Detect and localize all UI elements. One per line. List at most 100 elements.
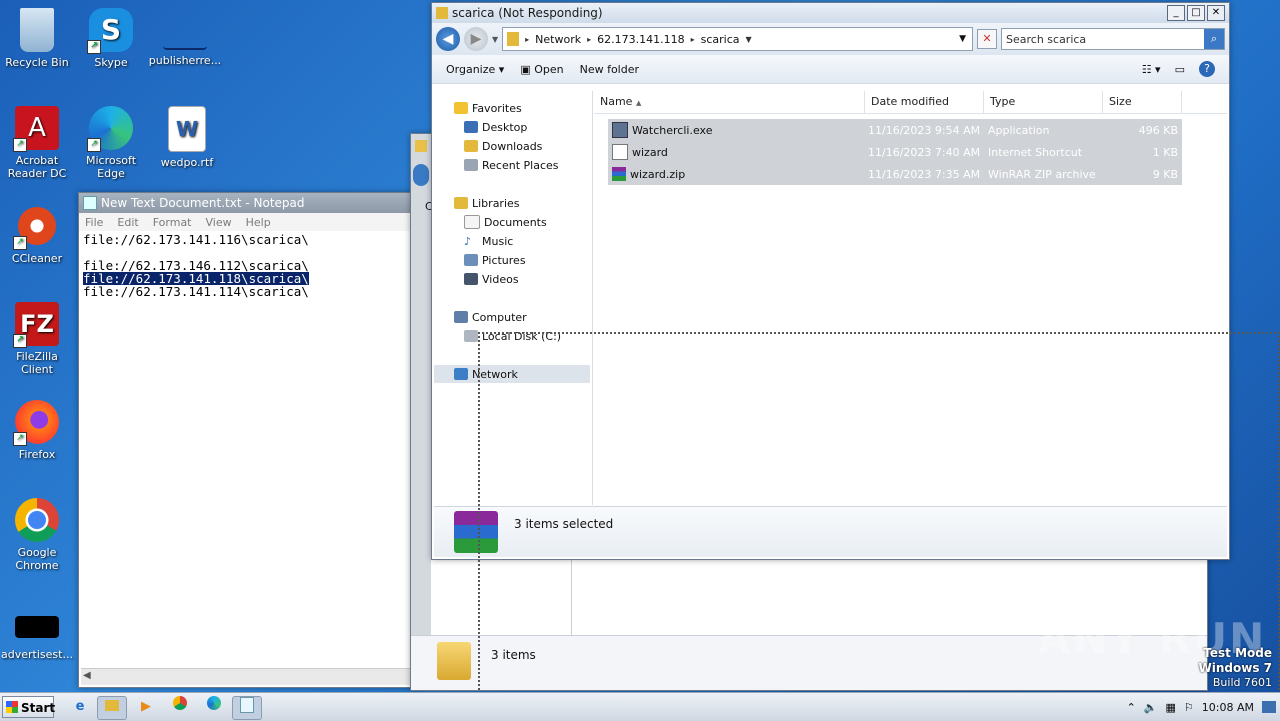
new-folder-button[interactable]: New folder bbox=[580, 63, 639, 76]
window-edge: C bbox=[411, 134, 433, 690]
nav-label: Desktop bbox=[482, 120, 528, 134]
recent-places-icon bbox=[464, 159, 478, 171]
column-type[interactable]: Type bbox=[984, 91, 1103, 113]
desktop-icon-skype[interactable]: S ↗ Skype bbox=[74, 8, 148, 69]
desktop-icon-wedpo[interactable]: W wedpo.rtf bbox=[150, 106, 224, 169]
file-row[interactable]: wizard.zip 11/16/2023 7:35 AM WinRAR ZIP… bbox=[608, 163, 1182, 185]
column-date-modified[interactable]: Date modified bbox=[865, 91, 984, 113]
maximize-button[interactable]: □ bbox=[1187, 5, 1205, 21]
file-type: Application bbox=[988, 123, 1050, 137]
explorer-titlebar[interactable]: scarica (Not Responding) _ □ ✕ bbox=[432, 3, 1229, 23]
desktop-icon-recycle-bin[interactable]: Recycle Bin bbox=[0, 8, 74, 69]
videos-icon bbox=[464, 273, 478, 285]
column-label: Name bbox=[600, 95, 633, 108]
network-folder-icon bbox=[507, 32, 520, 46]
network-icon bbox=[454, 368, 468, 380]
notepad-text-area[interactable]: file://62.173.141.116\scarica\ file://62… bbox=[79, 231, 419, 300]
menu-help[interactable]: Help bbox=[246, 216, 271, 229]
breadcrumb-host[interactable]: 62.173.141.118 bbox=[597, 33, 684, 46]
preview-pane-icon[interactable]: ▭ bbox=[1175, 63, 1185, 76]
desktop-icon-filezilla[interactable]: FZ ↗ FileZilla Client bbox=[0, 302, 74, 376]
show-hidden-icons-icon[interactable]: ⌃ bbox=[1127, 701, 1136, 714]
organize-button[interactable]: Organize ▾ bbox=[446, 63, 504, 76]
forward-button[interactable]: ▶ bbox=[464, 27, 488, 51]
network-tray-icon[interactable]: ▦ bbox=[1166, 701, 1176, 714]
menu-file[interactable]: File bbox=[85, 216, 103, 229]
scroll-left-icon[interactable]: ◀ bbox=[83, 670, 91, 681]
view-options-icon[interactable]: ☷ ▾ bbox=[1142, 63, 1161, 76]
nav-label: Computer bbox=[472, 310, 527, 324]
edge-taskbar-icon[interactable] bbox=[200, 696, 228, 718]
horizontal-scrollbar[interactable]: ◀ bbox=[81, 668, 417, 685]
close-button[interactable]: ✕ bbox=[1207, 5, 1225, 21]
watermark-line: Build 7601 bbox=[1212, 676, 1272, 689]
file-name: wizard.zip bbox=[630, 167, 686, 181]
breadcrumb-separator[interactable]: ▼ bbox=[746, 35, 752, 44]
chevron-down-icon[interactable]: ▼ bbox=[492, 35, 498, 44]
notepad-taskbar-icon[interactable] bbox=[232, 696, 262, 720]
search-icon[interactable]: ⌕ bbox=[1204, 29, 1224, 49]
desktop-icon-label: Recycle Bin bbox=[5, 56, 69, 69]
open-button[interactable]: ▣ Open bbox=[520, 63, 563, 76]
show-desktop-button[interactable] bbox=[1262, 701, 1276, 713]
recycle-bin-icon bbox=[20, 8, 54, 52]
column-name[interactable]: Name ▲ bbox=[594, 91, 865, 113]
taskbar: Start e ▶ ⌃ 🔈 ▦ ⚐ 10:08 AM bbox=[0, 692, 1280, 721]
acrobat-icon: A ↗ bbox=[13, 106, 59, 152]
breadcrumb-network[interactable]: Network bbox=[535, 33, 581, 46]
back-icon[interactable] bbox=[413, 164, 429, 186]
stop-button[interactable]: ✕ bbox=[977, 29, 997, 49]
desktop-icon-edge[interactable]: ↗ Microsoft Edge bbox=[74, 106, 148, 180]
start-button[interactable]: Start bbox=[2, 696, 55, 718]
ccleaner-icon: ↗ bbox=[13, 204, 59, 250]
desktop-icon-firefox[interactable]: ↗ Firefox bbox=[0, 400, 74, 461]
file-size: 1 KB bbox=[1152, 145, 1178, 159]
notepad-window[interactable]: New Text Document.txt - Notepad File Edi… bbox=[78, 192, 420, 688]
menu-edit[interactable]: Edit bbox=[117, 216, 138, 229]
menu-format[interactable]: Format bbox=[153, 216, 192, 229]
nav-favorites[interactable]: Favorites bbox=[454, 99, 610, 117]
file-row[interactable]: Watchercli.exe 11/16/2023 9:54 AM Applic… bbox=[608, 119, 1182, 141]
address-bar[interactable]: ▸ Network ▸ 62.173.141.118 ▸ scarica ▼ ▼ bbox=[502, 27, 973, 51]
winrar-icon bbox=[454, 511, 498, 553]
clock[interactable]: 10:08 AM bbox=[1202, 701, 1254, 714]
explorer-window[interactable]: scarica (Not Responding) _ □ ✕ ◀ ▶ ▼ ▸ N… bbox=[431, 2, 1230, 560]
volume-icon[interactable]: 🔈 bbox=[1144, 701, 1158, 714]
action-center-icon[interactable]: ⚐ bbox=[1184, 701, 1194, 714]
search-input[interactable]: Search scarica ⌕ bbox=[1001, 28, 1225, 50]
desktop-icon-chrome[interactable]: Google Chrome bbox=[0, 498, 74, 572]
desktop-icon-label: wedpo.rtf bbox=[160, 156, 214, 169]
desktop-icon-advertisest[interactable]: advertisest... bbox=[0, 616, 74, 661]
desktop-icon-ccleaner[interactable]: ↗ CCleaner bbox=[0, 204, 74, 265]
breadcrumb-separator: ▸ bbox=[587, 34, 592, 44]
desktop-icon-label: FileZilla Client bbox=[16, 350, 58, 376]
nav-label: Libraries bbox=[472, 196, 520, 210]
media-player-icon[interactable]: ▶ bbox=[132, 696, 160, 718]
text-line: file://62.173.141.116\scarica\ bbox=[83, 232, 309, 247]
word-document-icon: W bbox=[168, 106, 206, 152]
back-button[interactable]: ◀ bbox=[436, 27, 460, 51]
chrome-icon bbox=[15, 498, 59, 542]
chrome-taskbar-icon[interactable] bbox=[166, 696, 194, 718]
explorer-taskbar-icon[interactable] bbox=[97, 696, 127, 720]
desktop-icon-publisherre[interactable]: publisherre... bbox=[148, 8, 222, 67]
help-icon[interactable]: ? bbox=[1199, 61, 1215, 77]
column-size[interactable]: Size bbox=[1103, 91, 1182, 113]
organize-label: Organize bbox=[446, 62, 496, 76]
menu-view[interactable]: View bbox=[206, 216, 232, 229]
notepad-titlebar[interactable]: New Text Document.txt - Notepad bbox=[79, 193, 419, 213]
skype-icon: S ↗ bbox=[87, 8, 133, 54]
nav-libraries[interactable]: Libraries bbox=[454, 194, 610, 212]
nav-computer[interactable]: Computer bbox=[454, 308, 610, 326]
file-icon bbox=[15, 616, 59, 638]
address-dropdown-icon[interactable]: ▼ bbox=[959, 34, 972, 44]
internet-explorer-icon[interactable]: e bbox=[66, 696, 94, 718]
file-row[interactable]: wizard 11/16/2023 7:40 AM Internet Short… bbox=[608, 141, 1182, 163]
column-headers: Name ▲ Date modified Type Size bbox=[594, 91, 1227, 114]
minimize-button[interactable]: _ bbox=[1167, 5, 1185, 21]
desktop-icon-acrobat[interactable]: A ↗ Acrobat Reader DC bbox=[0, 106, 74, 180]
nav-network[interactable]: Network bbox=[434, 365, 590, 383]
breadcrumb-folder[interactable]: scarica bbox=[701, 33, 740, 46]
selection-status: 3 items selected bbox=[514, 517, 614, 531]
nav-label: Documents bbox=[484, 215, 547, 229]
